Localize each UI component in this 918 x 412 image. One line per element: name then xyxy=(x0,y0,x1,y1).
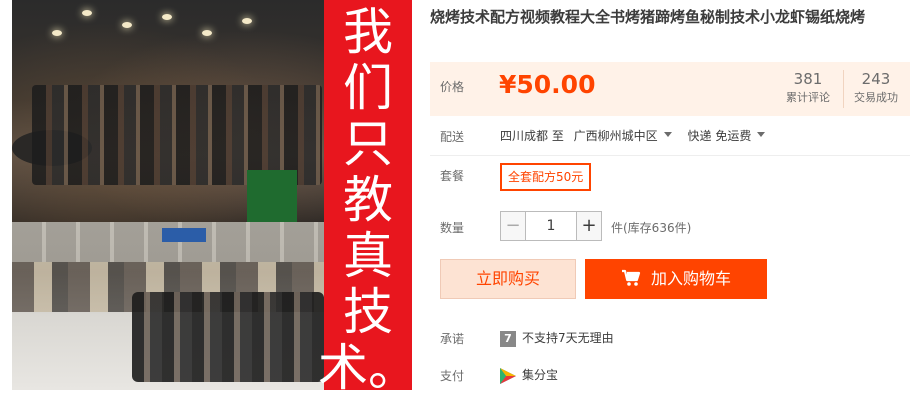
payment-text[interactable]: 集分宝 xyxy=(522,368,558,382)
slogan-banner: 我 们 只 教 真 技 术。 xyxy=(318,0,412,390)
promise-label: 承诺 xyxy=(440,332,465,346)
jifenbao-icon xyxy=(500,367,516,384)
quantity-input[interactable]: 1 xyxy=(526,211,576,241)
add-to-cart-button[interactable]: 加入购物车 xyxy=(585,259,767,299)
banner-char: 们 xyxy=(343,59,393,117)
price-value: ¥50.00 xyxy=(499,70,596,99)
divider xyxy=(430,155,910,156)
chevron-down-icon xyxy=(757,132,766,137)
chevron-down-icon xyxy=(663,132,672,137)
ceiling-lights xyxy=(12,0,324,60)
payment-label: 支付 xyxy=(440,369,465,383)
deals-count: 243 xyxy=(861,70,891,88)
comments-label: 累计评论 xyxy=(786,91,830,104)
stock-text: 件(库存636件) xyxy=(611,221,692,235)
shipping-method[interactable]: 快递 免运费 xyxy=(688,127,778,144)
destination-text: 广西柳州城中区 xyxy=(573,129,658,143)
payment-row: 集分宝 xyxy=(500,366,558,384)
price-label: 价格 xyxy=(440,80,465,94)
product-title: 烧烤技术配方视频教程大全书烤猪蹄烤鱼秘制技术小龙虾锡纸烧烤 xyxy=(430,8,866,26)
decrease-button[interactable]: − xyxy=(500,211,526,241)
package-option[interactable]: 全套配方50元 xyxy=(500,163,592,191)
cart-icon xyxy=(621,269,641,286)
quantity-label: 数量 xyxy=(440,221,465,235)
increase-button[interactable]: + xyxy=(576,211,602,241)
banner-char: 我 xyxy=(343,3,393,61)
banner-char: 教 xyxy=(343,171,393,229)
deals-stat: 243 交易成功 xyxy=(848,70,904,106)
price-panel: 价格 ¥50.00 381 累计评论 243 交易成功 xyxy=(430,62,910,116)
restaurant-photo xyxy=(12,0,324,222)
comments-count: 381 xyxy=(793,70,823,88)
banner-char: 技 xyxy=(343,283,393,341)
package-label: 套餐 xyxy=(440,169,465,183)
product-details: 烧烤技术配方视频教程大全书烤猪蹄烤鱼秘制技术小龙虾锡纸烧烤 价格 ¥50.00 … xyxy=(430,0,910,412)
mall-photo xyxy=(12,222,324,390)
seven-day-icon: 7 xyxy=(500,330,516,347)
comments-stat[interactable]: 381 累计评论 xyxy=(780,70,836,106)
buy-now-button[interactable]: 立即购买 xyxy=(440,259,576,299)
banner-char: 术。 xyxy=(318,339,412,390)
product-image[interactable]: 我 们 只 教 真 技 术。 xyxy=(12,0,412,390)
shipping-row: 四川成都 至 广西柳州城中区 快递 免运费 xyxy=(500,127,777,144)
promise-row: 7 不支持7天无理由 xyxy=(500,329,614,347)
shipping-destination[interactable]: 广西柳州城中区 xyxy=(574,127,684,144)
deals-label: 交易成功 xyxy=(854,91,898,104)
stat-divider xyxy=(843,70,844,108)
banner-char: 真 xyxy=(343,227,393,285)
add-to-cart-label: 加入购物车 xyxy=(650,269,731,288)
promise-text[interactable]: 不支持7天无理由 xyxy=(522,331,614,345)
shipping-from: 四川成都 至 xyxy=(500,129,564,143)
shipping-method-text: 快递 免运费 xyxy=(687,129,752,143)
quantity-stepper: − 1 + xyxy=(500,211,602,241)
banner-char: 只 xyxy=(343,115,393,173)
shipping-label: 配送 xyxy=(440,130,465,144)
